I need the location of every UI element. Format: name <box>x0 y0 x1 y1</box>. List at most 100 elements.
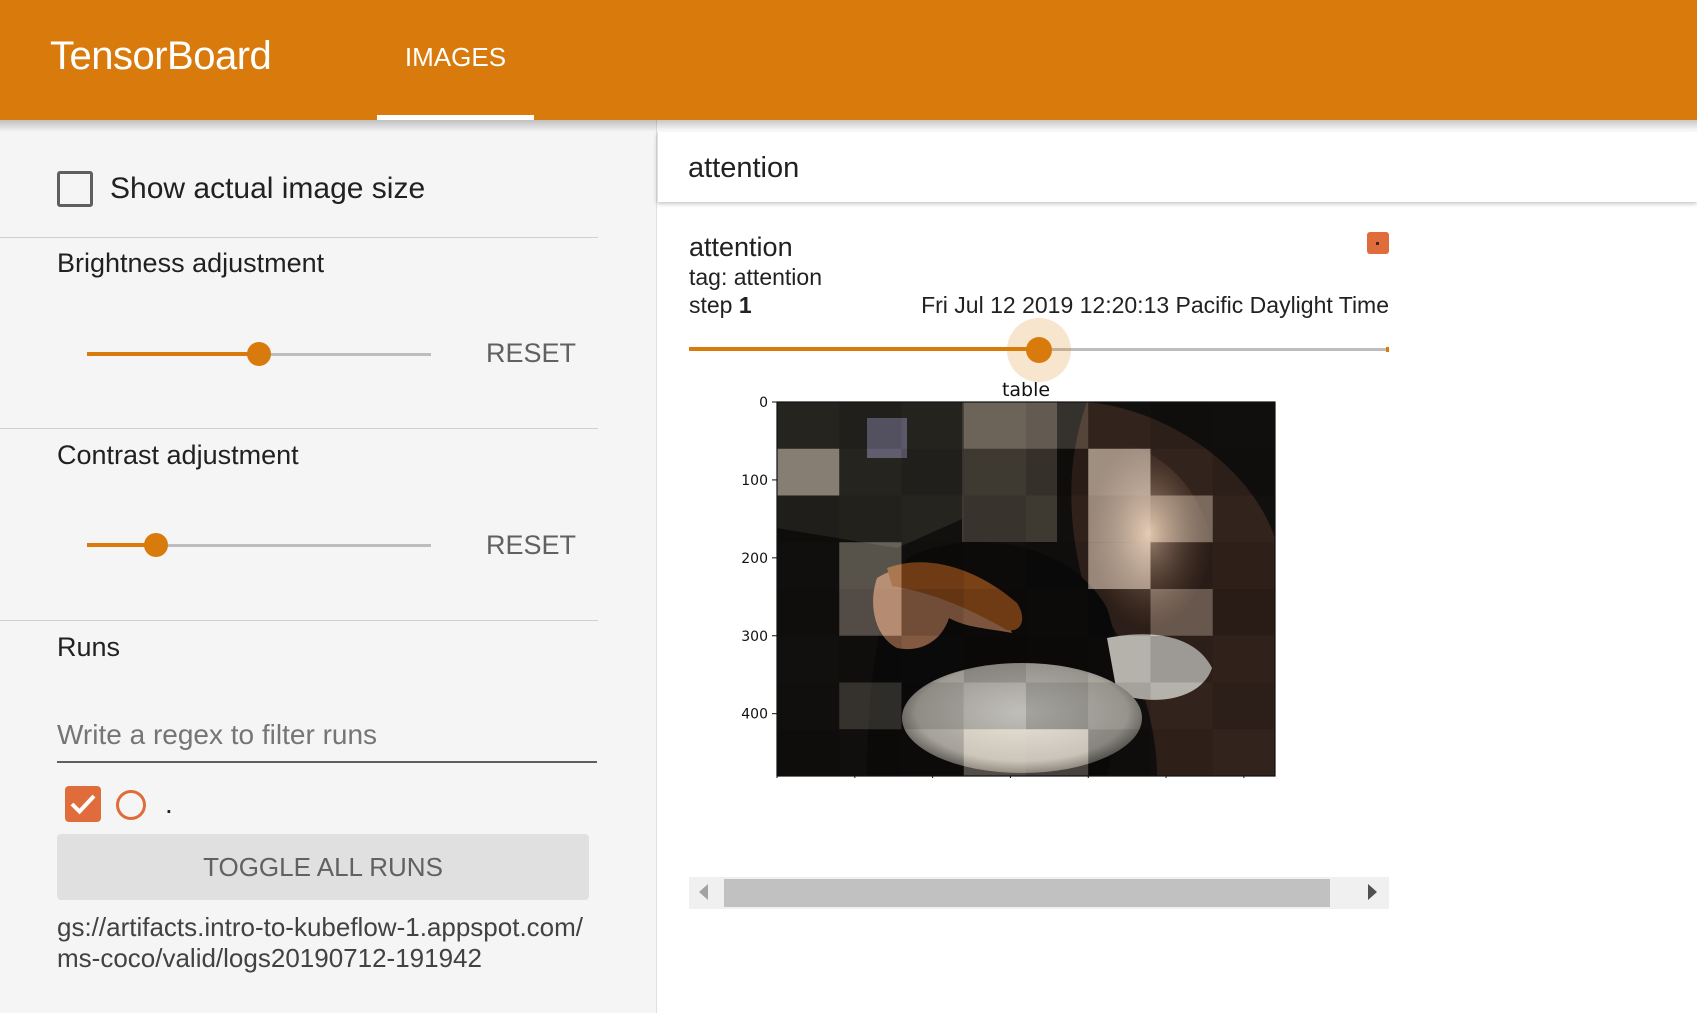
attention-cell <box>839 448 902 496</box>
contrast-title: Contrast adjustment <box>57 440 299 470</box>
attention-cell <box>901 402 964 449</box>
attention-cell <box>1088 729 1151 776</box>
attention-cell <box>777 682 840 730</box>
run-filter-input[interactable] <box>57 708 597 763</box>
attention-cell <box>1026 682 1089 730</box>
attention-cell <box>963 635 1026 683</box>
attention-cell <box>1026 635 1089 683</box>
divider <box>0 237 598 238</box>
attention-cell <box>901 495 964 543</box>
attention-cell <box>1212 402 1275 449</box>
attention-cell <box>1026 448 1089 496</box>
attention-cell <box>839 682 902 730</box>
attention-cell <box>1150 448 1213 496</box>
attention-cell <box>1150 495 1213 543</box>
attention-cell <box>1150 682 1213 730</box>
y-axis: 0 100 200 300 400 <box>741 395 777 723</box>
attention-cell <box>1088 495 1151 543</box>
contrast-slider[interactable] <box>87 531 431 561</box>
card-step: step 1 <box>689 292 752 319</box>
run-color-icon[interactable] <box>1367 232 1389 254</box>
check-icon <box>70 794 96 815</box>
run-name: . <box>165 788 173 819</box>
attention-cell <box>963 542 1026 589</box>
plot-title: table <box>1002 379 1050 401</box>
logdir-line: ms-coco/valid/logs20190712-191942 <box>57 943 482 973</box>
attention-cell <box>839 729 902 776</box>
attention-cell <box>1088 635 1151 683</box>
contrast-reset-button[interactable]: RESET <box>471 530 591 561</box>
step-label: step <box>689 292 739 318</box>
attention-cell <box>901 729 964 776</box>
y-tick-label: 100 <box>741 473 768 489</box>
attention-cell <box>777 589 840 636</box>
attention-cell <box>777 402 840 449</box>
toggle-all-runs-button[interactable]: TOGGLE ALL RUNS <box>57 834 589 900</box>
attention-cell <box>1212 682 1275 730</box>
step-fill <box>689 347 1039 351</box>
attention-cell <box>901 682 964 730</box>
attention-cell <box>963 682 1026 730</box>
attention-cell <box>1212 635 1275 683</box>
y-tick-label: 200 <box>741 551 768 567</box>
y-tick-label: 0 <box>759 395 768 411</box>
brightness-reset-button[interactable]: RESET <box>471 338 591 369</box>
attention-cell <box>1212 589 1275 636</box>
attention-cell <box>1150 589 1213 636</box>
attention-cell <box>1088 542 1151 589</box>
brightness-title: Brightness adjustment <box>57 248 325 278</box>
attention-cell <box>777 729 840 776</box>
show-actual-size-checkbox[interactable] <box>57 171 93 207</box>
attention-cell <box>1026 495 1089 543</box>
attention-cell <box>839 589 902 636</box>
attention-cell <box>901 542 964 589</box>
horizontal-scrollbar[interactable] <box>689 877 1389 909</box>
contrast-knob[interactable] <box>143 533 168 557</box>
logdir-line: gs://artifacts.intro-to-kubeflow-1.appsp… <box>57 912 584 942</box>
brightness-fill <box>87 352 259 356</box>
attention-cell <box>839 495 902 543</box>
run-color-radio[interactable] <box>116 790 146 820</box>
sidebar: Show actual image size Brightness adjust… <box>0 120 657 1013</box>
brightness-knob[interactable] <box>247 342 271 366</box>
attention-cell <box>777 542 840 589</box>
show-actual-size-label[interactable]: Show actual image size <box>110 172 425 206</box>
divider <box>0 428 598 429</box>
attention-cell <box>963 448 1026 496</box>
brightness-slider[interactable] <box>87 340 431 370</box>
main-panel: attention attention tag: attention step … <box>657 120 1697 1013</box>
top-app-bar: TensorBoard IMAGES <box>0 0 1697 120</box>
step-track-end <box>1386 347 1389 352</box>
step-slider[interactable] <box>689 318 1389 382</box>
attention-cell <box>901 448 964 496</box>
app-title: TensorBoard <box>50 34 272 78</box>
attention-cell <box>1026 402 1089 449</box>
attention-cell <box>777 448 840 496</box>
tab-images-label: IMAGES <box>404 42 507 72</box>
category-header[interactable]: attention <box>657 132 1697 202</box>
attention-cell <box>839 635 902 683</box>
category-title: attention <box>688 152 800 184</box>
attention-cell <box>1150 542 1213 589</box>
attention-cell <box>1088 682 1151 730</box>
attention-cell <box>777 635 840 683</box>
attention-cell <box>839 402 902 449</box>
attention-cell <box>1212 495 1275 543</box>
attention-cell <box>1212 542 1275 589</box>
card-timestamp: Fri Jul 12 2019 12:20:13 Pacific Dayligh… <box>921 292 1389 318</box>
attention-cell <box>1212 448 1275 496</box>
attention-cell <box>839 542 902 589</box>
scroll-left-icon[interactable] <box>699 884 708 900</box>
run-checkbox[interactable] <box>65 786 101 822</box>
attention-cell <box>1026 589 1089 636</box>
card-title: attention <box>689 232 793 262</box>
attention-cell <box>1150 402 1213 449</box>
tab-images[interactable]: IMAGES <box>377 0 534 120</box>
attention-cell <box>1088 589 1151 636</box>
y-tick-label: 400 <box>741 707 768 723</box>
scrollbar-thumb[interactable] <box>724 879 1330 907</box>
scroll-right-icon[interactable] <box>1368 884 1377 900</box>
attention-image: table 0100200300400500600 <box>687 378 1327 802</box>
step-knob[interactable] <box>1026 337 1052 363</box>
attention-cell <box>1026 729 1089 776</box>
